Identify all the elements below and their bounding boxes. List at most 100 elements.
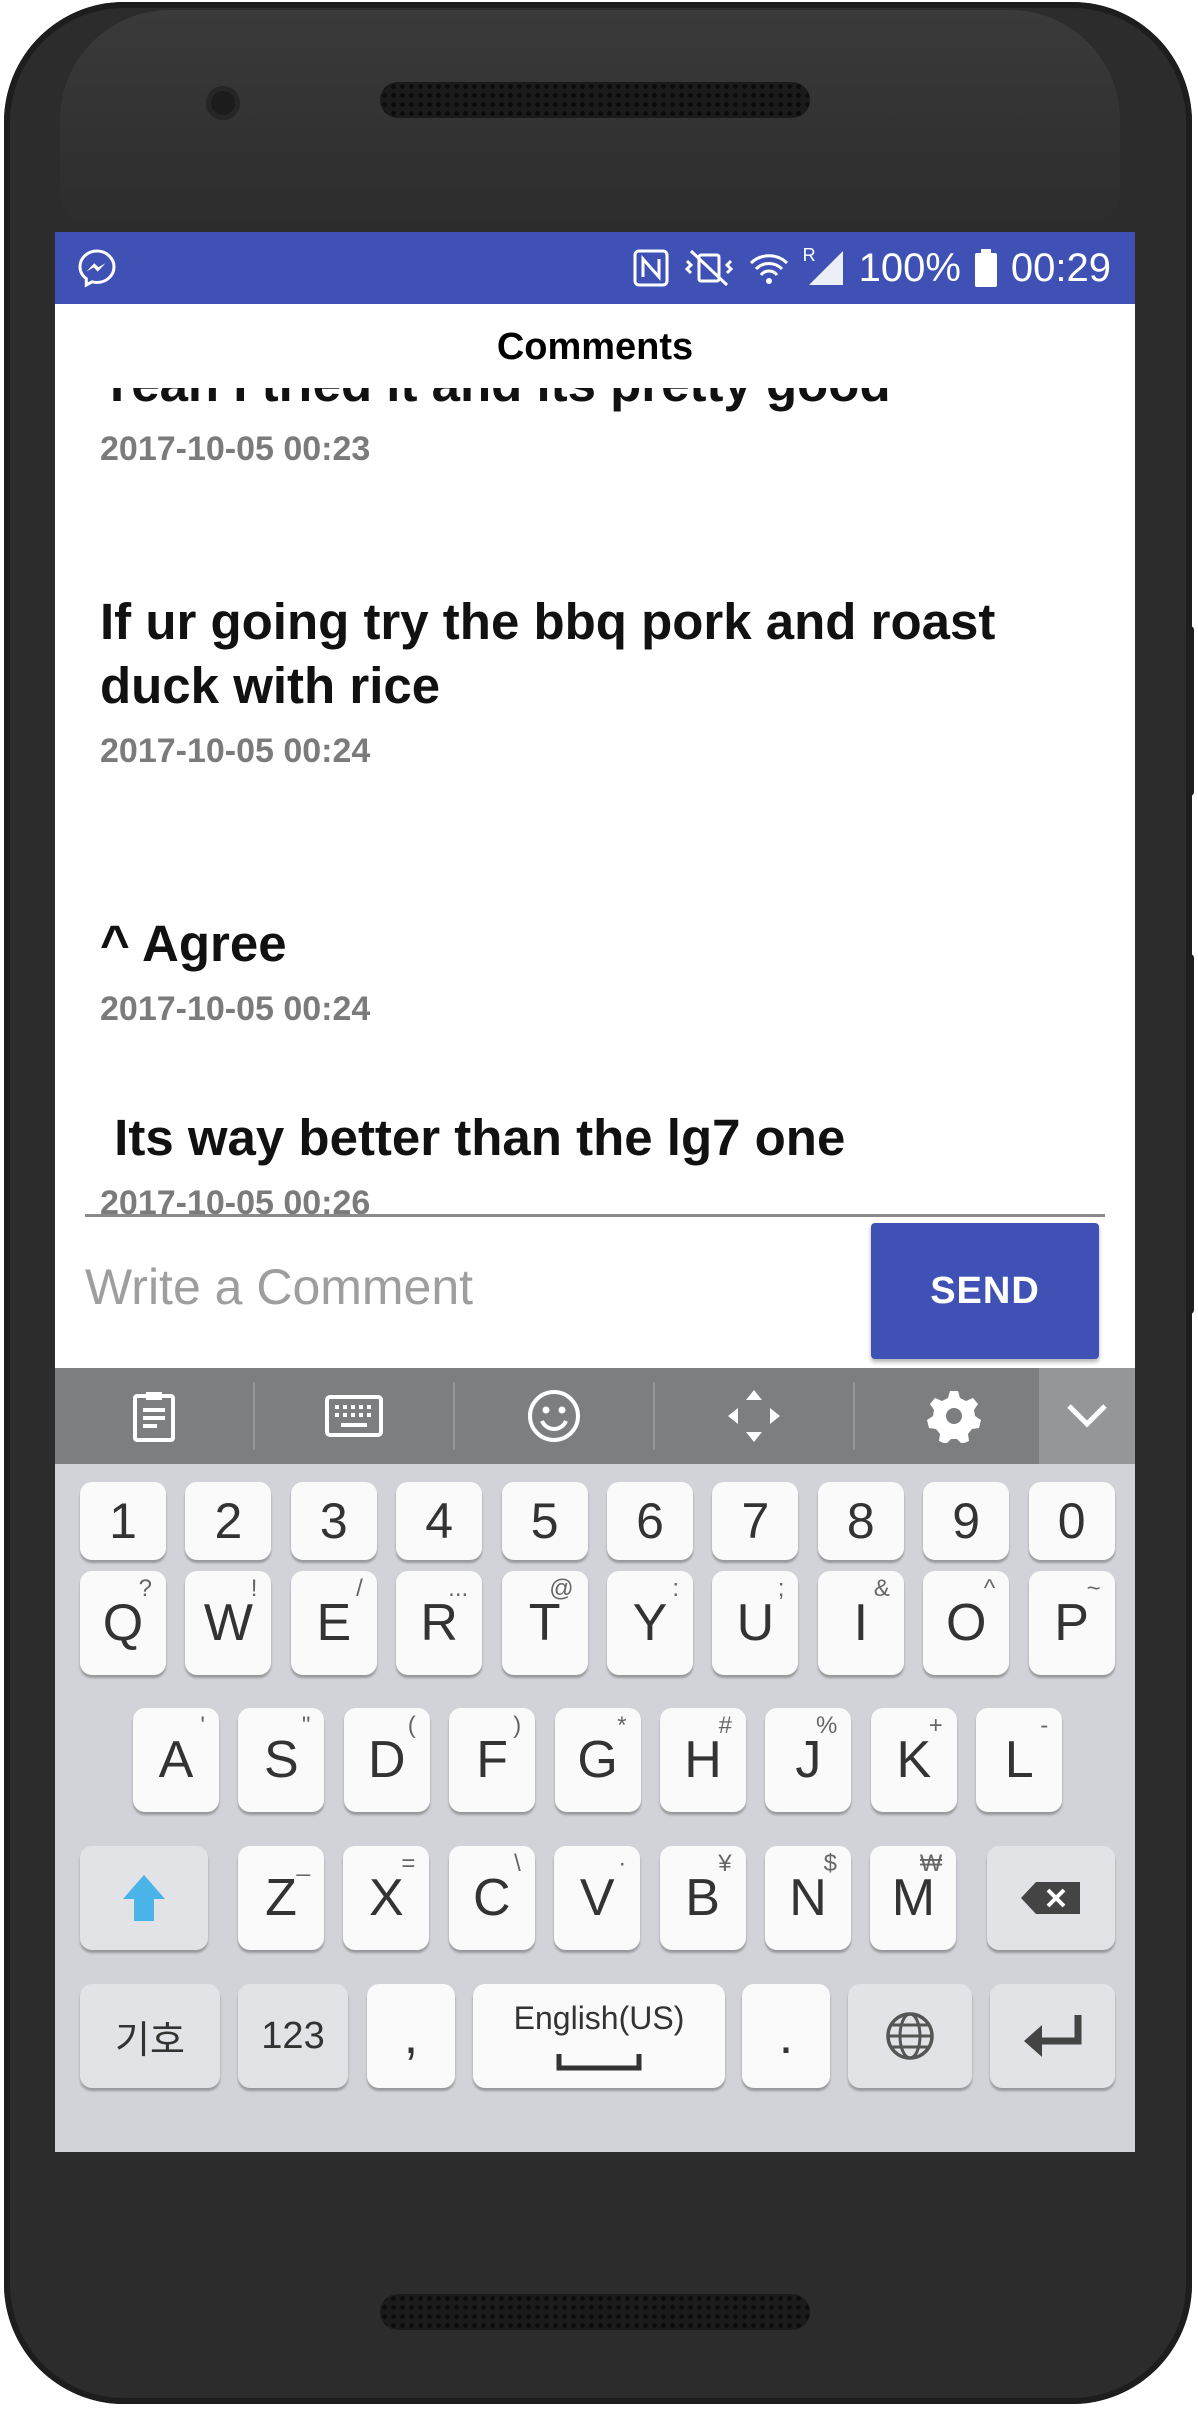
key-o[interactable]: O ^ [923,1571,1010,1675]
key-hint: = [401,1850,416,1877]
key-j[interactable]: J% [765,1708,852,1812]
key-9[interactable]: 9 [923,1482,1010,1560]
key-1[interactable]: 1 [80,1482,166,1560]
key-v[interactable]: V · [554,1846,641,1950]
key-4[interactable]: 4 [396,1482,483,1560]
divider [85,1214,1105,1217]
key-hint: ( [407,1712,416,1739]
key-label: 1 [109,1493,137,1549]
key-c[interactable]: C \ [448,1846,535,1950]
signal-icon: R [803,245,845,287]
key-hint: ^ [983,1575,996,1602]
key-3[interactable]: 3 [290,1482,377,1560]
symbols-key[interactable]: 기호 [80,1984,220,2088]
key-label: N [789,1869,827,1927]
key-hint: ) [513,1712,522,1739]
key-r[interactable]: R... [396,1571,483,1675]
key-hint: ¥ [718,1850,732,1877]
key-a[interactable]: A ' [133,1708,219,1812]
key-label: C [473,1869,511,1927]
key-hint: : [672,1575,679,1602]
key-q[interactable]: Q? [80,1571,166,1675]
keyboard-toolbar [55,1368,1135,1464]
key-t[interactable]: T @ [501,1571,588,1675]
key-label: 기호 [115,2019,185,2062]
key-z[interactable]: Z _ [238,1846,324,1950]
shift-key[interactable] [80,1846,208,1950]
key-hint: \ [514,1850,521,1877]
key-label: 123 [261,2014,325,2057]
key-l[interactable]: L- [976,1708,1063,1812]
key-label: W [203,1594,253,1652]
key-b[interactable]: B ¥ [659,1846,746,1950]
comment-composer: SEND [55,1214,1135,1359]
key-p[interactable]: P ~ [1028,1571,1115,1675]
comment-timestamp: 2017-10-05 00:24 [100,990,371,1028]
key-label: . [778,2007,794,2065]
key-x[interactable]: X = [343,1846,430,1950]
collapse-icon[interactable] [1039,1368,1135,1464]
key-label: 2 [214,1493,243,1549]
key-0[interactable]: 0 [1028,1482,1115,1560]
key-u[interactable]: U; [712,1571,799,1675]
keyboard-icon[interactable] [255,1368,453,1464]
key-s[interactable]: S " [238,1708,325,1812]
comment-list[interactable]: Yeah I tried it and its pretty good 2017… [55,388,1135,1214]
key-hint: % [816,1712,838,1739]
numbers-key[interactable]: 123 [238,1984,348,2088]
key-label: 6 [636,1493,664,1549]
volume-button [1186,954,1194,1314]
key-y[interactable]: Y: [607,1571,693,1675]
key-n[interactable]: N $ [765,1846,851,1950]
key-label: B [685,1869,720,1927]
key-label: S [264,1731,299,1789]
comment-item: If ur going try the bbq pork and roast d… [100,590,1100,771]
key-label: P [1054,1594,1089,1652]
comment-item: ^ Agree 2017-10-05 00:24 [100,912,1100,1029]
space-icon [556,2054,642,2071]
move-icon[interactable] [655,1368,853,1464]
phone-frame: R 100% 00:29 Comments Yeah I tried it an… [0,0,1198,2409]
key-8[interactable]: 8 [817,1482,904,1560]
globe-icon [886,2012,934,2060]
key-7[interactable]: 7 [712,1482,799,1560]
key-hint: ! [250,1575,258,1602]
emoji-icon[interactable] [455,1368,653,1464]
space-key[interactable]: English(US) [473,1984,725,2088]
key-hint: @ [549,1575,574,1602]
key-label: I [853,1594,869,1652]
bottom-speaker [380,2294,810,2330]
send-button[interactable]: SEND [871,1223,1099,1359]
key-label: O [945,1594,987,1652]
key-h[interactable]: H # [660,1708,746,1812]
key-6[interactable]: 6 [607,1482,693,1560]
key-hint: · [618,1850,627,1877]
phone-sheen [60,10,1120,230]
key-w[interactable]: W! [185,1571,272,1675]
wifi-icon [749,249,789,287]
backspace-key[interactable] [987,1846,1115,1950]
comma-key[interactable]: , [367,1984,455,2088]
key-d[interactable]: D( [343,1708,430,1812]
key-hint: # [718,1712,732,1739]
top-speaker [380,82,810,118]
key-2[interactable]: 2 [185,1482,272,1560]
key-f[interactable]: F) [449,1708,536,1812]
enter-key[interactable] [990,1984,1115,2088]
key-label: G [577,1731,618,1789]
clipboard-icon[interactable] [55,1368,253,1464]
key-i[interactable]: I & [817,1571,904,1675]
key-5[interactable]: 5 [501,1482,588,1560]
key-e[interactable]: E / [290,1571,377,1675]
comment-input[interactable] [85,1242,895,1332]
key-hint: - [1040,1712,1049,1739]
language-key[interactable] [848,1984,972,2088]
key-k[interactable]: K + [870,1708,957,1812]
settings-icon[interactable] [855,1368,1053,1464]
key-g[interactable]: G * [554,1708,641,1812]
period-key[interactable]: . [742,1984,830,2088]
key-label: 5 [530,1493,559,1549]
key-hint: & [873,1575,890,1602]
key-label: Z [265,1869,297,1927]
key-m[interactable]: M ₩ [870,1846,957,1950]
